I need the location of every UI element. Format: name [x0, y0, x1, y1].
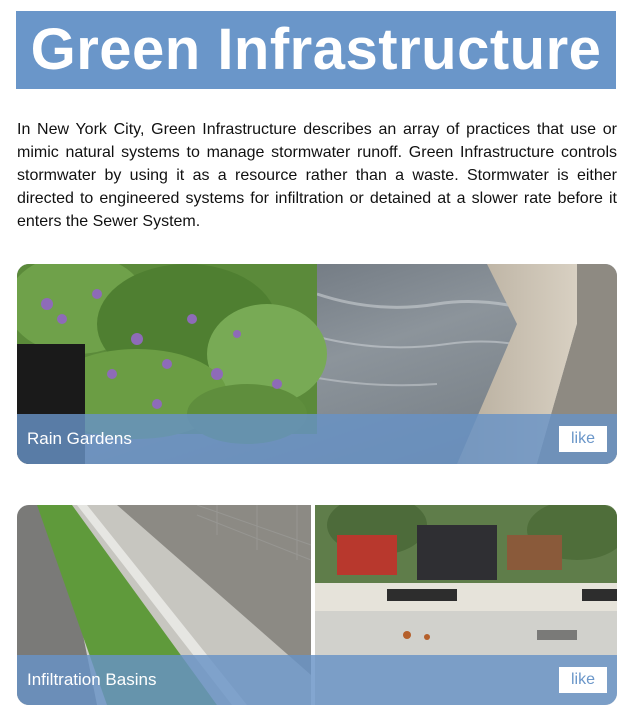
intro-paragraph: In New York City, Green Infrastructure d…: [17, 121, 617, 230]
card-title[interactable]: Infiltration Basins: [27, 670, 156, 690]
card-caption: Infiltration Basins like: [17, 655, 617, 705]
title-banner: Green Infrastructure: [16, 11, 616, 89]
page-title: Green Infrastructure: [30, 17, 602, 82]
like-button[interactable]: like: [559, 667, 607, 693]
card-title[interactable]: Rain Gardens: [27, 429, 132, 449]
like-button[interactable]: like: [559, 426, 607, 452]
rain-gardens-card[interactable]: Rain Gardens like: [17, 264, 617, 464]
infiltration-basins-card[interactable]: Infiltration Basins like: [17, 505, 617, 705]
card-caption: Rain Gardens like: [17, 414, 617, 464]
